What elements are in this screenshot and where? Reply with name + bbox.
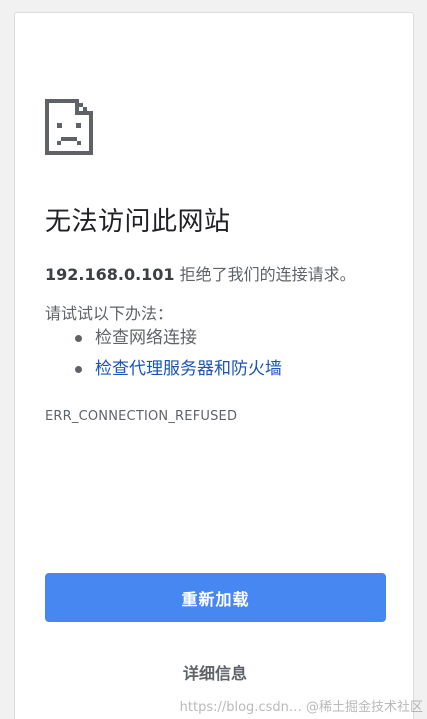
suggestion-label: 检查网络连接: [95, 328, 197, 348]
suggestions-list: 检查网络连接 检查代理服务器和防火墙: [45, 326, 282, 388]
host-address: 192.168.0.101: [45, 265, 175, 284]
error-code: ERR_CONNECTION_REFUSED: [45, 409, 238, 424]
suggestion-check-proxy-link[interactable]: 检查代理服务器和防火墙: [45, 357, 282, 388]
suggestion-link-label[interactable]: 检查代理服务器和防火墙: [95, 359, 282, 379]
suggestions-header: 请试试以下办法：: [45, 304, 174, 323]
suggestion-check-network: 检查网络连接: [45, 326, 282, 357]
error-title: 无法访问此网站: [45, 207, 231, 237]
reload-button[interactable]: 重新加载: [45, 573, 386, 622]
watermark-text: https://blog.csdn… @稀土掘金技术社区: [179, 700, 423, 715]
bullet-icon: [75, 366, 82, 373]
details-button[interactable]: 详细信息: [15, 660, 415, 684]
sad-document-icon: [45, 99, 93, 155]
error-message: 192.168.0.101 拒绝了我们的连接请求。: [45, 261, 356, 285]
error-message-text: 拒绝了我们的连接请求。: [174, 265, 356, 284]
error-card: 无法访问此网站 192.168.0.101 拒绝了我们的连接请求。 请试试以下办…: [14, 12, 414, 719]
bullet-icon: [75, 335, 82, 342]
